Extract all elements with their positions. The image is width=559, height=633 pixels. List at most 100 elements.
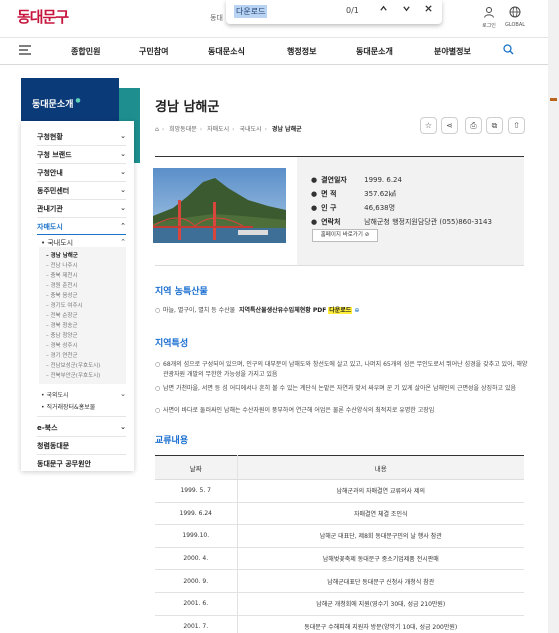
- gnb-item-admin[interactable]: 행정정보: [287, 46, 316, 57]
- sidebar-item-integrity[interactable]: 청렴동대문: [37, 441, 126, 451]
- sidebar-sub3-item[interactable]: – 경원 춘천시: [46, 281, 78, 289]
- find-close-button[interactable]: [421, 4, 435, 18]
- find-match-count: 0/1: [346, 6, 359, 15]
- bullet-icon: ○: [155, 407, 161, 414]
- divider: [37, 416, 126, 417]
- sidebar-item-brand[interactable]: 구청 브랜드 ⌄: [37, 150, 126, 160]
- sidebar-sub3-item[interactable]: – 경북 성주시: [46, 341, 78, 349]
- share-button[interactable]: ⋖: [441, 117, 458, 134]
- chevron-down-icon: ⌄: [120, 168, 126, 176]
- section-title-exchange: 교류내용: [155, 436, 189, 446]
- chevron-up-icon: ⌃: [120, 222, 126, 230]
- scrollbar[interactable]: [548, 0, 559, 633]
- table-cell-content: 남해군 대표단, 제8회 동대문구민의 날 행사 참관: [237, 524, 524, 548]
- gnb-item-civil[interactable]: 종합민원: [71, 46, 100, 57]
- sidebar-sub3-item[interactable]: – 경기도 여주시: [46, 301, 83, 309]
- find-query-input[interactable]: 다운로드: [234, 5, 268, 18]
- sidebar-sub-overseas[interactable]: • 국외도시 ⌄: [41, 390, 126, 399]
- menu-icon[interactable]: [19, 45, 31, 57]
- table-cell-content: 동대문구 수해피해 지원자 방문(양악기 10대, 성금 200만원): [237, 615, 524, 633]
- sidebar-item-ebooks[interactable]: e-북스 ⌄: [37, 423, 126, 433]
- table-cell-content: 남해군 개청회에 지원(영수기 30대, 성금 210만원): [237, 592, 524, 616]
- print-button[interactable]: ⎙: [465, 117, 482, 134]
- table-row: 1999. 5. 7 남해군과의 자매결연 교류의사 제의: [155, 479, 524, 503]
- sidebar-sub3-item[interactable]: – 경기 연천군: [46, 351, 78, 359]
- sidebar-sub3-item[interactable]: – 충북 제천시: [46, 271, 78, 279]
- gnb-item-participation[interactable]: 구민참여: [139, 46, 168, 57]
- download-link[interactable]: 다운로드: [328, 307, 353, 314]
- table-header-date: 날짜: [155, 455, 238, 480]
- table-cell-content: 남해벚꽃축제 동대문구 중소기업제품 전시판매: [237, 547, 524, 571]
- sidebar-item-community-center[interactable]: 동주민센터 ⌄: [37, 186, 126, 196]
- feature-item: ○ 남면 가천마을, 서면 등 섬 어디에서나 흔히 볼 수 있는 계단식 논밭은…: [155, 385, 516, 392]
- feature-item: ○ 68개의 섬으로 구성되어 있으며, 인구의 대부분이 남해도와 창선도에 살…: [155, 361, 528, 378]
- divider: [37, 454, 126, 455]
- breadcrumb-item[interactable]: 국내도시: [240, 126, 262, 133]
- sidebar-item-institutions[interactable]: 관내기관 ⌄: [37, 204, 126, 214]
- table-row: 2001. 7. 동대문구 수해피해 지원자 방문(양악기 10대, 성금 200…: [155, 615, 524, 633]
- sidebar-sub3-item[interactable]: – 경북 청송군: [46, 321, 78, 329]
- section-title-features: 지역특성: [155, 339, 189, 349]
- breadcrumb-item[interactable]: 희망동대문: [169, 126, 197, 133]
- sidebar-item-sister-cities[interactable]: 자매도시 ⌃: [37, 222, 126, 232]
- page-title: 경남 남해군: [155, 100, 220, 115]
- download-icon[interactable]: ⊕: [354, 307, 359, 314]
- table-cell-content: 남해군대표단 동대문구 신청사 개청식 참관: [237, 569, 524, 593]
- sidebar-sub3-item[interactable]: – 전북부안군(우호도시): [46, 371, 100, 379]
- info-row: ● 면 적 357.62㎢: [311, 190, 396, 198]
- table-row: 1999. 6.24 자매결연 체결 조인식: [155, 502, 524, 526]
- table-cell-date: 2000. 9.: [155, 569, 238, 593]
- up-arrow-icon: ⇧: [513, 121, 520, 130]
- chevron-down-icon: ⌄: [120, 423, 126, 431]
- info-key: 인 구: [321, 204, 337, 212]
- info-key: 결연일자: [321, 176, 347, 184]
- sidebar-sub-market[interactable]: • 직거래장터&홍보물: [41, 402, 126, 411]
- breadcrumb-item[interactable]: 자매도시: [207, 126, 229, 133]
- gnb-item-fields[interactable]: 분야별정보: [434, 46, 471, 57]
- gnb-item-about[interactable]: 동대문소개: [356, 46, 393, 57]
- find-prev-button[interactable]: [376, 4, 390, 18]
- copy-button[interactable]: ⧉: [486, 117, 503, 134]
- bookmark-button[interactable]: ☆: [420, 117, 437, 134]
- scroll-top-button[interactable]: ⇧: [508, 117, 525, 134]
- global-navigation: 종합민원 구민참여 동대문소식 행정정보 동대문소개 분야별정보: [0, 37, 548, 65]
- sidebar-sub3-item[interactable]: – 충남 청양군: [46, 331, 78, 339]
- gnb-item-news[interactable]: 동대문소식: [208, 46, 245, 57]
- global-button[interactable]: GLOBAL: [499, 6, 531, 28]
- table-cell-content: 자매결연 체결 조인식: [237, 502, 524, 526]
- homepage-link-button[interactable]: 홈페이지 바로가기 ⊘: [312, 229, 378, 242]
- divider: [37, 163, 126, 164]
- share-icon: ⋖: [446, 121, 453, 130]
- table-row: 2000. 4. 남해벚꽃축제 동대문구 중소기업제품 전시판매: [155, 547, 524, 571]
- sidebar-sub3-item[interactable]: – 경남 남해군: [46, 251, 78, 259]
- sidebar-sub3-item[interactable]: – 전남보성군(우호도시): [46, 361, 100, 369]
- chevron-down-icon: ⌄: [120, 132, 126, 140]
- city-photo: [153, 168, 286, 243]
- table-cell-content: 남해군과의 자매결연 교류의사 제의: [237, 479, 524, 503]
- sidebar-item-status[interactable]: 구청현황 ⌄: [37, 132, 126, 142]
- find-next-button[interactable]: [399, 4, 413, 18]
- sidebar-item-guide[interactable]: 구청안내 ⌄: [37, 168, 126, 178]
- close-icon: [424, 5, 432, 12]
- table-cell-date: 1999.10.: [155, 524, 238, 548]
- home-icon[interactable]: ⌂: [155, 126, 159, 133]
- info-row: ● 연락처 남해군청 행정지원담당관 (055)860-3143: [311, 218, 492, 226]
- divider: [37, 436, 126, 437]
- divider: [37, 199, 126, 200]
- header-peek-text: 동대: [210, 14, 223, 22]
- divider: [37, 234, 126, 235]
- sidebar-title-text: 동대문소개: [32, 100, 74, 110]
- sidebar-sub3-item[interactable]: – 전북 순창군: [46, 311, 78, 319]
- table-row: 1999.10. 남해군 대표단, 제8회 동대문구민의 날 행사 참관: [155, 524, 524, 548]
- sidebar-item-officials[interactable]: 동대문구 공무원안: [37, 459, 126, 469]
- table-cell-date: 2000. 4.: [155, 547, 238, 571]
- sidebar-sub3-item[interactable]: – 전남 나주시: [46, 261, 78, 269]
- search-icon[interactable]: [503, 44, 514, 58]
- feature-item: ○ 사면이 바다로 둘러싸인 남해는 수산자원이 풍부하여 연근해 어업은 물론 …: [155, 407, 435, 414]
- sidebar-sub3-item[interactable]: – 충북 음성군: [46, 291, 78, 299]
- breadcrumb-current: 경남 남해군: [271, 126, 302, 133]
- table-cell-date: 2001. 6.: [155, 592, 238, 616]
- dot-icon: ●: [75, 97, 81, 104]
- table-cell-date: 2001. 7.: [155, 615, 238, 633]
- site-logo[interactable]: 동대문구: [17, 6, 69, 27]
